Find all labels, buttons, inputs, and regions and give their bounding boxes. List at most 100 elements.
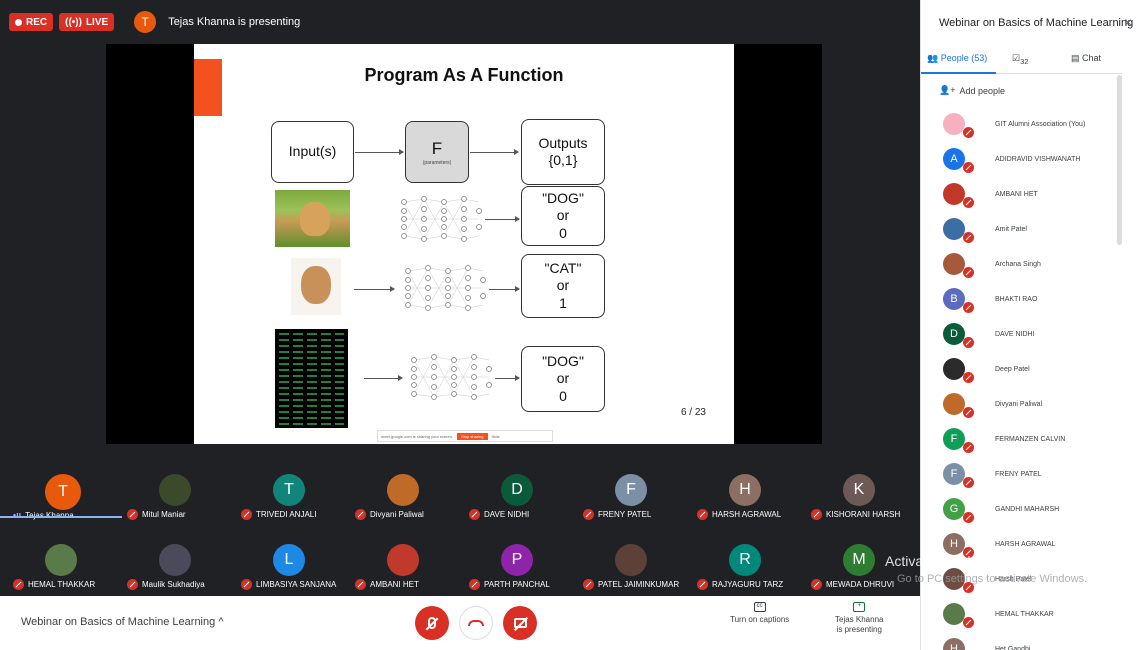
- participant-tile[interactable]: D DAVE NIDHI: [461, 458, 574, 524]
- mic-muted-icon: [697, 579, 708, 590]
- tab-people[interactable]: 👥 People (53): [927, 53, 987, 64]
- participant-name: DAVE NIDHI: [484, 510, 530, 519]
- person-initial: H: [950, 538, 958, 550]
- participant-tile[interactable]: R RAJYAGURU TARZ: [689, 528, 802, 594]
- arrow-icon: [355, 149, 404, 155]
- participant-tile[interactable]: L LIMBASIYA SANJANA: [233, 528, 346, 594]
- output-or: or: [556, 370, 570, 387]
- live-signal-icon: ((•)): [65, 16, 82, 28]
- output-or: or: [556, 277, 570, 294]
- cat-image: [291, 258, 341, 315]
- presenting-label-2: is presenting: [836, 624, 882, 634]
- participant-name-row: •ıı Tejas Khanna: [13, 510, 74, 520]
- mic-muted-icon: [963, 162, 974, 173]
- output-dog-box-2: "DOG" or 0: [521, 346, 605, 412]
- people-list-item[interactable]: F FERMANZEN CALVIN: [943, 424, 1113, 454]
- presenting-button[interactable]: + Tejas Khanna is presenting: [835, 602, 883, 634]
- screen-share-notice: meet.google.com is sharing your screen. …: [377, 430, 553, 442]
- mic-muted-icon: [963, 127, 974, 138]
- participant-tile[interactable]: PATEL JAIMINKUMAR: [575, 528, 688, 594]
- participant-tile[interactable]: P PARTH PANCHAL: [461, 528, 574, 594]
- output-label: "DOG": [542, 352, 584, 369]
- people-list-item[interactable]: GIT Alumni Association (You): [943, 109, 1113, 139]
- participant-avatar: T: [273, 474, 305, 506]
- outputs-set: {0,1}: [548, 152, 578, 168]
- panel-meeting-title: Webinar on Basics of Machine Learning: [939, 17, 1134, 29]
- participant-name-row: RAJYAGURU TARZ: [697, 579, 783, 590]
- tab-polls[interactable]: ☑32: [1012, 53, 1028, 66]
- participant-tile[interactable]: Divyani Paliwal: [347, 458, 460, 524]
- pixel-matrix-image: [275, 329, 348, 428]
- output-or: or: [556, 207, 570, 224]
- participant-tile[interactable]: T TRIVEDI ANJALI: [233, 458, 346, 524]
- presenting-label-1: Tejas Khanna: [835, 615, 884, 624]
- person-avatar: A: [943, 148, 974, 173]
- mic-muted-icon: [241, 509, 252, 520]
- participant-tile[interactable]: K KISHORANI HARSH: [803, 458, 916, 524]
- person-name: BHAKTI RAO: [995, 295, 1038, 303]
- mic-muted-icon: [13, 579, 24, 590]
- hang-up-icon: [468, 620, 484, 626]
- people-list-item[interactable]: B BHAKTI RAO: [943, 284, 1113, 314]
- people-list-item[interactable]: AMBANI HET: [943, 179, 1113, 209]
- people-list-item[interactable]: G GANDHI MAHARSH: [943, 494, 1113, 524]
- output-label: "CAT": [544, 259, 582, 276]
- slide-page-number: 6 / 23: [680, 407, 706, 418]
- output-dog-box: "DOG" or 0: [521, 186, 605, 246]
- participant-avatar: [159, 544, 191, 576]
- output-value: 0: [559, 387, 567, 404]
- participant-avatar: L: [273, 544, 305, 576]
- mic-muted-icon: [127, 579, 138, 590]
- output-label: "DOG": [542, 189, 584, 206]
- people-list-item[interactable]: Amit Patel: [943, 214, 1113, 244]
- people-list-item[interactable]: F FRENY PATEL: [943, 459, 1113, 489]
- camera-toggle-button[interactable]: [503, 606, 537, 640]
- panel-scrollbar[interactable]: [1117, 75, 1122, 245]
- mic-muted-icon: [963, 442, 974, 453]
- participant-tile[interactable]: Mitul Maniar: [119, 458, 232, 524]
- participant-name-row: TRIVEDI ANJALI: [241, 509, 316, 520]
- active-speaker-indicator: [0, 516, 122, 518]
- presenting-status: Tejas Khanna is presenting: [168, 16, 301, 28]
- mic-muted-icon: [963, 302, 974, 313]
- present-screen-icon: +: [853, 602, 866, 612]
- people-list-item[interactable]: Divyani Paliwal: [943, 389, 1113, 419]
- people-list-item[interactable]: HEMAL THAKKAR: [943, 599, 1113, 629]
- participant-tile[interactable]: AMBANI HET: [347, 528, 460, 594]
- tab-chat[interactable]: ▤ Chat: [1071, 53, 1101, 64]
- participant-tile[interactable]: T •ıı Tejas Khanna: [5, 458, 118, 524]
- mic-muted-icon: [963, 617, 974, 628]
- participant-tile[interactable]: HEMAL THAKKAR: [5, 528, 118, 594]
- leave-call-button[interactable]: [459, 606, 493, 640]
- stop-sharing-button[interactable]: Stop sharing: [457, 432, 488, 440]
- people-list-item[interactable]: D DAVE NIDHI: [943, 319, 1113, 349]
- people-list-item[interactable]: Deep Patel: [943, 354, 1113, 384]
- people-list-item[interactable]: A ADIDRAVID VISHWANATH: [943, 144, 1113, 174]
- participant-name: LIMBASIYA SANJANA: [256, 580, 337, 589]
- dog-image: [275, 190, 350, 247]
- outputs-box: Outputs {0,1}: [521, 119, 605, 185]
- participant-tile[interactable]: Maulik Sukhadiya: [119, 528, 232, 594]
- hide-button[interactable]: Hide: [492, 434, 500, 439]
- participant-name-row: PATEL JAIMINKUMAR: [583, 579, 679, 590]
- person-avatar: [943, 393, 974, 418]
- participant-avatar: [159, 474, 191, 506]
- participant-name-row: FRENY PATEL: [583, 509, 651, 520]
- rec-label: REC: [26, 16, 48, 28]
- participant-name-row: MEWADA DHRUVI: [811, 579, 894, 590]
- meeting-title: Webinar on Basics of Machine Learning: [21, 616, 216, 628]
- people-list-item[interactable]: Archana Singh: [943, 249, 1113, 279]
- participant-tile[interactable]: H HARSH AGRAWAL: [689, 458, 802, 524]
- microphone-toggle-button[interactable]: [415, 606, 449, 640]
- people-list-item[interactable]: H Het Gandhi: [943, 634, 1113, 650]
- captions-button[interactable]: cc Turn on captions: [730, 602, 789, 625]
- person-name: GIT Alumni Association (You): [995, 120, 1086, 128]
- meeting-details-button[interactable]: Webinar on Basics of Machine Learning ^: [21, 616, 223, 628]
- mic-muted-icon: [963, 407, 974, 418]
- add-people-button[interactable]: 👤+ Add people: [939, 85, 1005, 96]
- participant-name-row: DAVE NIDHI: [469, 509, 529, 520]
- participant-avatar: P: [501, 544, 533, 576]
- participant-tile[interactable]: F FRENY PATEL: [575, 458, 688, 524]
- close-panel-button[interactable]: ×: [1124, 14, 1132, 30]
- person-avatar: [943, 253, 974, 278]
